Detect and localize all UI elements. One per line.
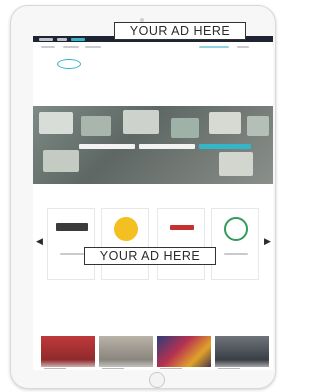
category-caption bbox=[215, 367, 269, 370]
site-logo[interactable] bbox=[39, 57, 83, 71]
company-name bbox=[224, 253, 248, 255]
ad-placeholder-middle[interactable]: YOUR AD HERE bbox=[84, 247, 216, 265]
topbar-highlight-link[interactable] bbox=[71, 37, 85, 41]
logo-swoosh bbox=[57, 59, 81, 69]
home-button[interactable] bbox=[149, 372, 165, 388]
location-input[interactable] bbox=[139, 144, 195, 149]
secondary-navigation bbox=[33, 45, 273, 50]
company-card[interactable] bbox=[157, 208, 205, 280]
company-card[interactable] bbox=[47, 208, 95, 280]
ad-placeholder-top[interactable]: YOUR AD HERE bbox=[114, 22, 246, 40]
category-caption bbox=[99, 367, 153, 370]
company-logo bbox=[56, 223, 88, 231]
company-card[interactable] bbox=[211, 208, 259, 280]
categories-section-title bbox=[33, 322, 273, 326]
category-tile[interactable] bbox=[157, 336, 211, 370]
chevron-right-icon[interactable]: ▶ bbox=[264, 236, 271, 246]
search-input[interactable] bbox=[79, 144, 135, 149]
hero-image-tile bbox=[247, 116, 269, 136]
website-screen: ◀ ▶ bbox=[33, 36, 273, 370]
company-categories-row bbox=[41, 336, 269, 370]
subnav-item[interactable] bbox=[41, 46, 55, 48]
topbar-link-2[interactable] bbox=[57, 37, 67, 41]
company-logo bbox=[224, 217, 248, 241]
topbar-link-1[interactable] bbox=[39, 37, 53, 41]
featured-companies-carousel bbox=[47, 208, 259, 280]
category-tile[interactable] bbox=[99, 336, 153, 370]
hero-image-tile bbox=[81, 116, 111, 136]
subnav-item[interactable] bbox=[85, 46, 101, 48]
category-caption bbox=[41, 367, 95, 370]
subnav-item[interactable] bbox=[63, 46, 79, 48]
company-name bbox=[60, 253, 84, 255]
search-button[interactable] bbox=[199, 144, 251, 149]
company-card[interactable] bbox=[101, 208, 149, 280]
tablet-device-frame: ◀ ▶ bbox=[10, 5, 276, 389]
hero-image-tile bbox=[219, 152, 253, 176]
category-caption bbox=[157, 367, 211, 370]
hero-image-tile bbox=[171, 118, 199, 138]
company-logo bbox=[170, 225, 194, 230]
hero-image-tile bbox=[43, 150, 79, 172]
company-logo bbox=[114, 217, 138, 241]
subnav-cta[interactable] bbox=[199, 46, 229, 48]
category-tile[interactable] bbox=[41, 336, 95, 370]
chevron-left-icon[interactable]: ◀ bbox=[36, 236, 43, 246]
hero-image-tile bbox=[209, 112, 241, 134]
featured-section-title bbox=[33, 196, 273, 200]
hero-image-tile bbox=[39, 112, 73, 134]
hero-image-tile bbox=[123, 110, 159, 134]
subnav-item[interactable] bbox=[237, 46, 249, 48]
category-tile[interactable] bbox=[215, 336, 269, 370]
